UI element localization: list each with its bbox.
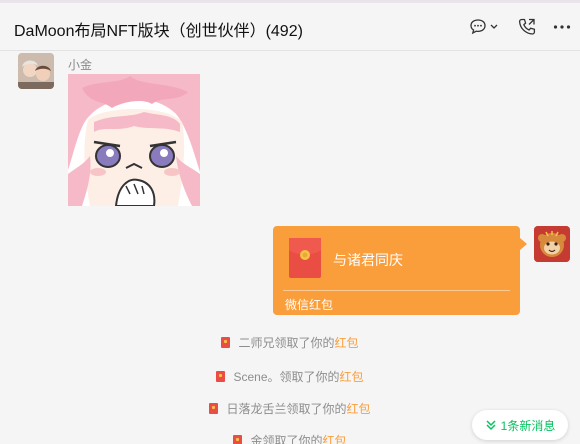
red-packet-message[interactable]: 与诸君同庆 微信红包 [273, 226, 520, 315]
notice-text: 日落龙舌兰领取了你的 [226, 402, 347, 416]
new-message-button[interactable]: 1条新消息 [472, 410, 568, 440]
red-packet-claim-notice: 二师兄领取了你的红包 [0, 334, 580, 351]
sender-name: 小金 [68, 58, 93, 72]
anime-girl-sticker [68, 74, 200, 206]
chat-info-button[interactable] [466, 15, 502, 39]
more-dots-icon [553, 25, 571, 29]
notice-text: 金领取了你的 [250, 434, 323, 444]
notice-link[interactable]: 红包 [340, 370, 364, 384]
double-chevron-down-icon [486, 420, 496, 431]
new-message-label: 1条新消息 [500, 418, 556, 433]
sticker-message[interactable] [68, 74, 200, 206]
red-packet-icon [209, 403, 219, 414]
voice-call-button[interactable] [514, 15, 540, 39]
notice-link[interactable]: 红包 [335, 336, 359, 350]
monkey-avatar-image [534, 226, 570, 262]
sender-avatar[interactable] [18, 53, 54, 89]
notice-link[interactable]: 红包 [347, 402, 371, 416]
notice-link[interactable]: 红包 [323, 434, 347, 444]
notice-text: Scene。领取了你的 [233, 370, 340, 384]
red-packet-icon [216, 371, 226, 382]
more-options-button[interactable] [550, 15, 574, 39]
red-envelope-icon [289, 238, 321, 278]
red-packet-icon [221, 337, 231, 348]
chat-header: DaMoon布局NFT版块（创世伙伴）(492) [0, 3, 580, 51]
chat-title: DaMoon布局NFT版块（创世伙伴）(492) [14, 23, 303, 40]
phone-call-icon [518, 18, 536, 35]
notice-text: 二师兄领取了你的 [238, 336, 335, 350]
red-packet-claim-notice: Scene。领取了你的红包 [0, 368, 580, 385]
chat-bubble-icon [470, 19, 498, 35]
red-packet-divider [283, 290, 510, 291]
red-packet-icon [233, 435, 243, 444]
user-avatar-image [18, 53, 54, 89]
red-packet-title: 与诸君同庆 [333, 252, 403, 268]
bubble-tail [520, 238, 527, 250]
my-avatar[interactable] [534, 226, 570, 262]
red-packet-footer: 微信红包 [285, 298, 334, 312]
